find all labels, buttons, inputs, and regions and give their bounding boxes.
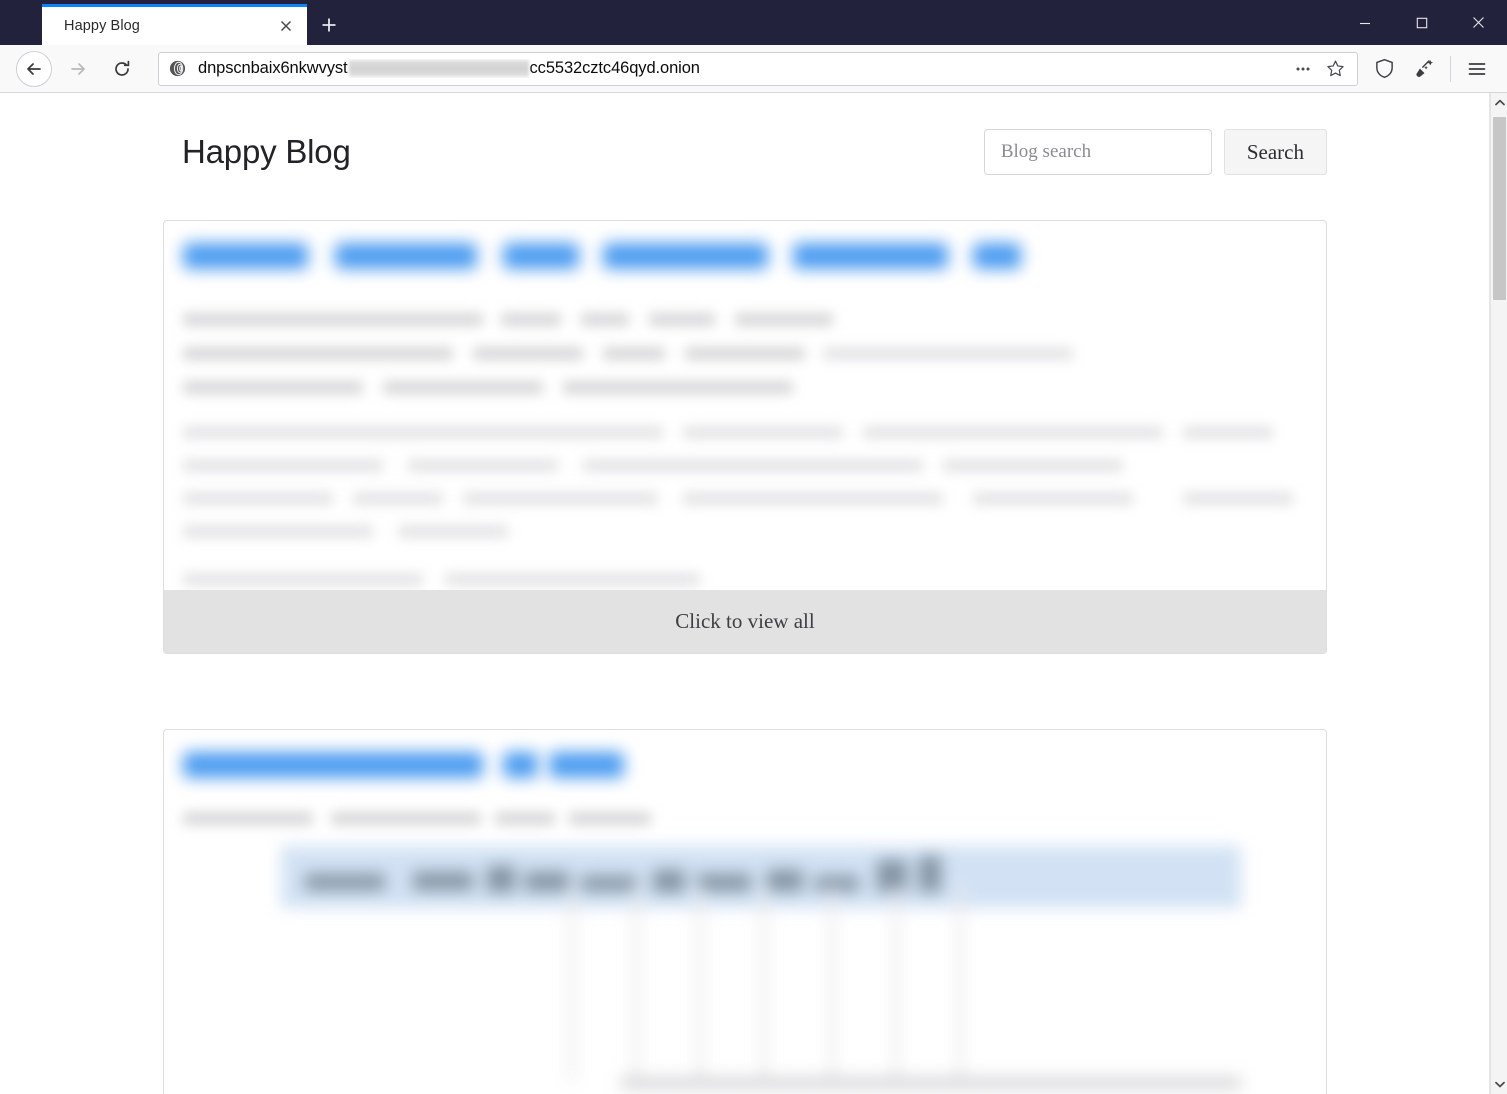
new-identity-broom-icon[interactable] bbox=[1404, 49, 1444, 89]
scroll-down-arrow-icon[interactable] bbox=[1491, 1075, 1507, 1094]
page-viewport: Happy Blog Search bbox=[0, 93, 1490, 1094]
search-group: Search bbox=[983, 129, 1327, 175]
vertical-scrollbar[interactable] bbox=[1490, 93, 1507, 1094]
url-redacted-segment bbox=[348, 60, 529, 77]
post-table-screenshot bbox=[281, 846, 1241, 1088]
post-body bbox=[164, 221, 1326, 653]
maximize-button[interactable] bbox=[1393, 0, 1450, 45]
tab-strip: Happy Blog bbox=[42, 0, 1336, 45]
tab-happy-blog[interactable]: Happy Blog bbox=[42, 4, 307, 45]
url-text[interactable]: dnpscnbaix6nkwvyst cc5532cztc46qyd.onion bbox=[198, 59, 1287, 78]
ellipsis-icon[interactable] bbox=[1287, 53, 1319, 85]
navigation-toolbar: dnpscnbaix6nkwvyst cc5532cztc46qyd.onion bbox=[0, 45, 1507, 93]
hamburger-menu-icon[interactable] bbox=[1457, 49, 1497, 89]
bookmark-star-icon[interactable] bbox=[1319, 53, 1351, 85]
click-to-view-all-button[interactable]: Click to view all bbox=[164, 590, 1326, 653]
site-header: Happy Blog Search bbox=[182, 93, 1327, 183]
tab-title: Happy Blog bbox=[64, 18, 140, 34]
title-bar: Happy Blog bbox=[0, 0, 1507, 45]
page-title: Happy Blog bbox=[182, 133, 351, 170]
forward-button[interactable] bbox=[60, 51, 96, 87]
url-bar[interactable]: dnpscnbaix6nkwvyst cc5532cztc46qyd.onion bbox=[158, 51, 1358, 86]
toolbar-separator bbox=[1450, 55, 1451, 82]
close-button[interactable] bbox=[1450, 0, 1507, 45]
post-card[interactable] bbox=[163, 729, 1327, 1094]
shield-icon[interactable] bbox=[1364, 49, 1404, 89]
tab-close-icon[interactable] bbox=[275, 15, 297, 37]
urlbar-actions bbox=[1287, 53, 1351, 85]
click-to-view-all-label: Click to view all bbox=[675, 609, 815, 633]
post-card[interactable]: Click to view all bbox=[163, 220, 1327, 654]
blog-page: Happy Blog Search bbox=[0, 93, 1490, 1094]
search-input[interactable] bbox=[983, 129, 1212, 175]
onion-icon[interactable] bbox=[169, 60, 186, 77]
back-button[interactable] bbox=[16, 50, 52, 87]
reload-button[interactable] bbox=[104, 51, 140, 87]
window-controls bbox=[1336, 0, 1507, 45]
scroll-up-arrow-icon[interactable] bbox=[1491, 93, 1507, 112]
search-button[interactable]: Search bbox=[1223, 129, 1327, 175]
minimize-button[interactable] bbox=[1336, 0, 1393, 45]
post-body bbox=[164, 730, 1326, 1094]
browser-window: Happy Blog dnpscnbaix6nkwvyst cc5532cztc… bbox=[0, 0, 1507, 1094]
url-prefix: dnpscnbaix6nkwvyst bbox=[198, 59, 348, 77]
new-tab-button[interactable] bbox=[307, 4, 351, 45]
scrollbar-thumb[interactable] bbox=[1493, 117, 1506, 300]
url-suffix: cc5532cztc46qyd.onion bbox=[529, 59, 700, 77]
